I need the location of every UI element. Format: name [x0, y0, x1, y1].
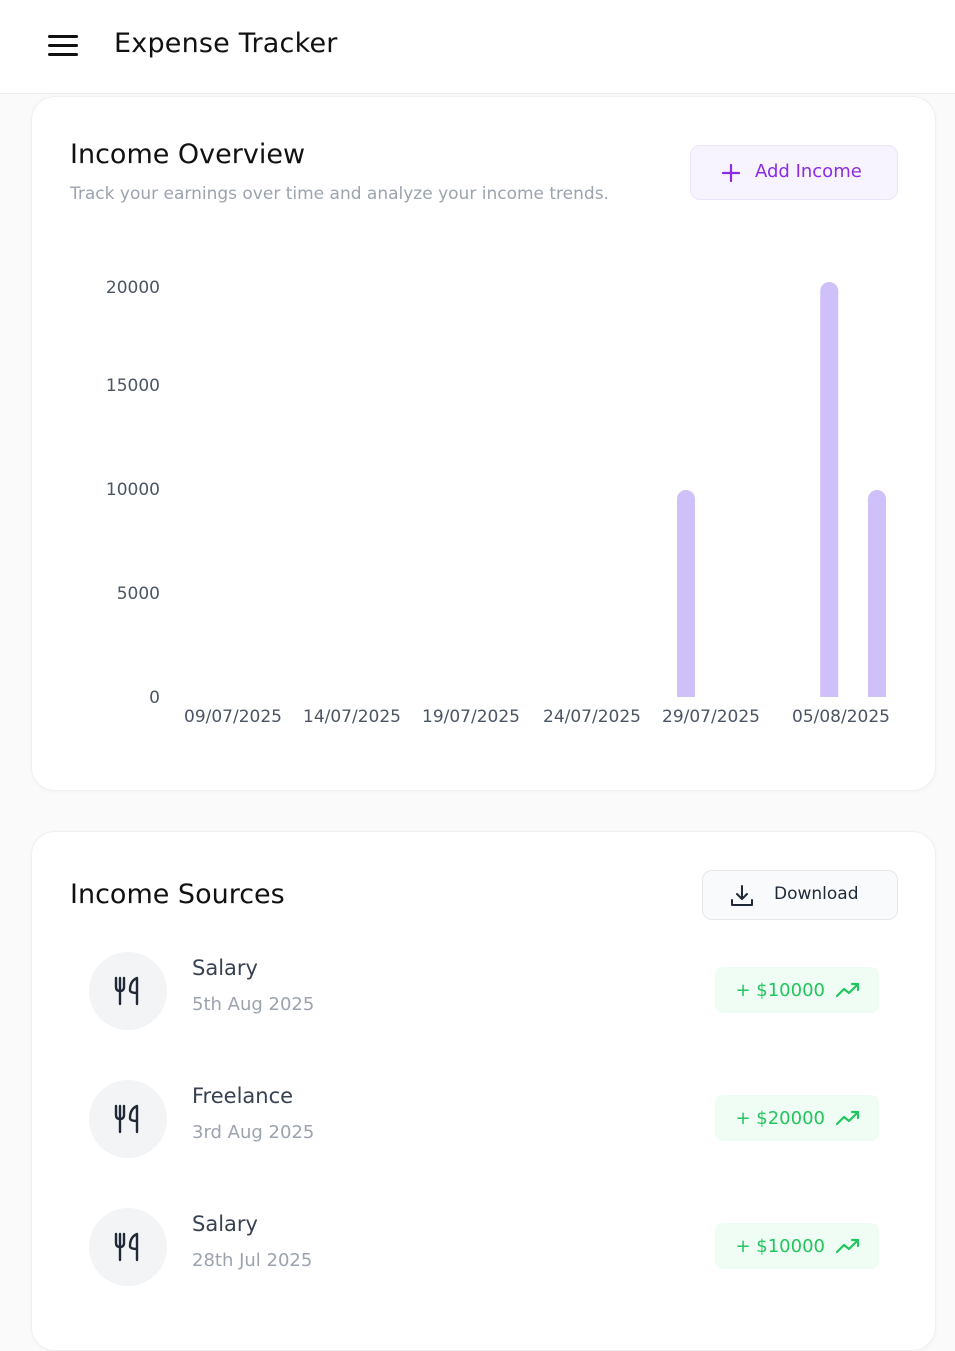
trending-up-icon [835, 1110, 860, 1126]
hamburger-icon[interactable] [48, 34, 78, 58]
amount-badge: + $10000 [715, 967, 879, 1013]
source-date: 5th Aug 2025 [192, 994, 315, 1015]
utensils-icon [114, 1104, 139, 1134]
income-sources-title: Income Sources [70, 879, 285, 910]
income-overview-card: Income Overview Track your earnings over… [31, 96, 936, 791]
y-tick-label: 10000 [106, 480, 160, 500]
amount-badge: + $20000 [715, 1095, 879, 1141]
y-tick-label: 15000 [106, 376, 160, 396]
source-avatar [89, 1208, 167, 1286]
x-tick-label: 05/08/2025 [792, 707, 890, 727]
download-label: Download [774, 884, 859, 904]
amount-value: + $10000 [735, 979, 825, 1001]
income-bar[interactable] [820, 282, 839, 697]
utensils-icon [114, 1232, 139, 1262]
y-tick-label: 20000 [106, 278, 160, 298]
download-button[interactable]: Download [702, 870, 898, 920]
x-tick-label: 09/07/2025 [184, 707, 282, 727]
x-tick-label: 24/07/2025 [543, 707, 641, 727]
source-avatar [89, 952, 167, 1030]
x-tick-label: 29/07/2025 [662, 707, 760, 727]
x-tick-label: 14/07/2025 [303, 707, 401, 727]
trending-up-icon [835, 982, 860, 998]
income-source-row[interactable]: Freelance 3rd Aug 2025 + $20000 [89, 1080, 879, 1160]
x-tick-label: 19/07/2025 [422, 707, 520, 727]
source-date: 28th Jul 2025 [192, 1250, 313, 1271]
source-name: Freelance [192, 1084, 294, 1108]
source-date: 3rd Aug 2025 [192, 1122, 315, 1143]
income-source-row[interactable]: Salary 5th Aug 2025 + $10000 [89, 952, 879, 1032]
app-title: Expense Tracker [114, 28, 338, 59]
income-sources-card: Income Sources Download Salary 5th Aug 2… [31, 831, 936, 1351]
top-bar: Expense Tracker [0, 0, 955, 94]
amount-value: + $20000 [735, 1107, 825, 1129]
trending-up-icon [835, 1238, 860, 1254]
amount-badge: + $10000 [715, 1223, 879, 1269]
income-bar[interactable] [677, 490, 695, 697]
download-icon [731, 885, 753, 906]
source-name: Salary [192, 1212, 258, 1236]
y-tick-label: 5000 [117, 584, 160, 604]
income-bar-chart: 20000 15000 10000 5000 0 09/07/2025 14/07/2025… [106, 278, 890, 727]
y-tick-label: 0 [149, 688, 160, 708]
utensils-icon [114, 976, 139, 1006]
source-avatar [89, 1080, 167, 1158]
source-name: Salary [192, 956, 258, 980]
amount-value: + $10000 [735, 1235, 825, 1257]
income-bar[interactable] [868, 490, 886, 697]
income-source-row[interactable]: Salary 28th Jul 2025 + $10000 [89, 1208, 879, 1288]
